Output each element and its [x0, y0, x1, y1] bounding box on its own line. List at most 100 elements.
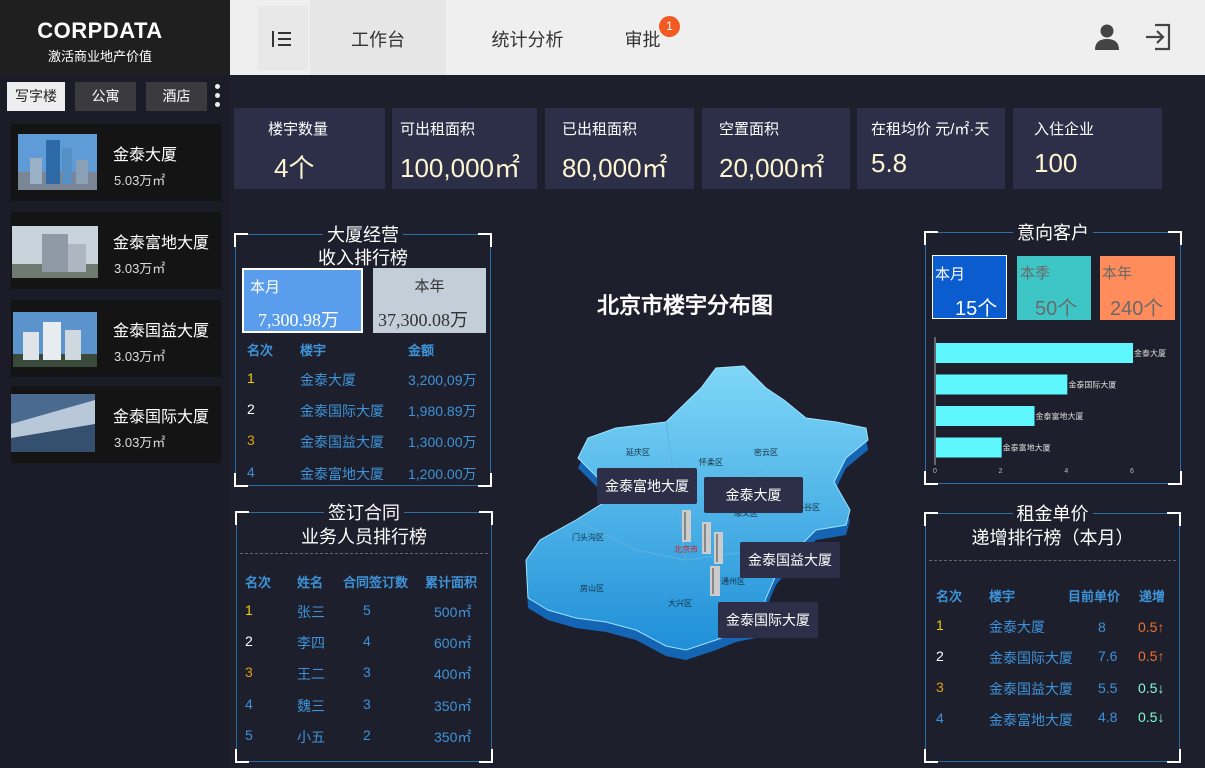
- amount: 1,300.00万: [408, 434, 477, 450]
- stat-card-building-count: 楼宇数量 4个: [234, 108, 385, 189]
- chart-bar-label: 金泰国际大厦: [1068, 380, 1116, 390]
- count: 5: [363, 602, 371, 618]
- map-tag[interactable]: 金泰大厦: [704, 477, 803, 513]
- rank: 5: [245, 727, 253, 743]
- building-name: 金泰国益大厦: [113, 323, 210, 340]
- map-tag[interactable]: 金泰富地大厦: [597, 468, 697, 504]
- stat-card-tenant-companies: 入住企业 100: [1013, 108, 1162, 189]
- rank: 4: [247, 464, 255, 480]
- price: 4.8: [1098, 709, 1118, 725]
- column-header: 目前单价: [1068, 589, 1121, 604]
- user-icon[interactable]: [1092, 22, 1122, 52]
- district-label: 密云区: [754, 447, 778, 457]
- price: 8: [1098, 619, 1106, 635]
- stat-value: 5.8: [871, 148, 908, 178]
- category-tab-hotel[interactable]: 酒店: [146, 82, 207, 111]
- menu-fold-icon[interactable]: [258, 6, 308, 70]
- building: 金泰富地大厦: [300, 466, 384, 482]
- income-year-card[interactable]: 本年 37,300.08万: [373, 268, 486, 333]
- building-marker[interactable]: [714, 532, 723, 564]
- building-name: 金泰富地大厦: [113, 235, 210, 252]
- stat-card-vacant-area: 空置面积 20,000㎡: [702, 108, 850, 189]
- building-card[interactable]: 金泰大厦 5.03万㎡: [11, 124, 221, 201]
- stat-value: 20,000㎡: [719, 153, 825, 183]
- clients-quarter-label: 本季: [1020, 265, 1051, 282]
- name: 王二: [297, 666, 325, 682]
- district-label: 延庆区: [626, 447, 650, 457]
- nav-tab-workbench[interactable]: 工作台: [310, 0, 446, 75]
- brand-subtitle: 激活商业地产价值: [47, 49, 152, 64]
- building: 金泰国益大厦: [300, 434, 384, 450]
- amount: 3,200,09万: [408, 372, 477, 388]
- stat-value: 100,000㎡: [400, 153, 520, 183]
- category-tab-office[interactable]: 写字楼: [7, 82, 65, 111]
- logout-icon[interactable]: [1143, 22, 1173, 52]
- clients-quarter-card[interactable]: 本季 50个: [1017, 256, 1091, 320]
- building-photo: [18, 134, 97, 190]
- building-card[interactable]: 金泰富地大厦 3.03万㎡: [11, 212, 221, 289]
- count: 4: [363, 633, 371, 649]
- increase: 0.5↑: [1138, 619, 1165, 635]
- panel-subtitle: 业务人员排行榜: [301, 527, 427, 547]
- stat-label: 入住企业: [1034, 121, 1095, 138]
- income-month-card[interactable]: 本月 7,300.98万: [242, 268, 363, 333]
- more-options-icon[interactable]: [212, 84, 224, 110]
- count: 2: [363, 727, 371, 743]
- chart-bar: [936, 406, 1035, 426]
- building-marker[interactable]: [710, 566, 720, 596]
- amount: 1,200.00万: [408, 466, 477, 482]
- contract-ranking-panel: 签订合同 业务人员排行榜 名次 姓名 合同签订数 累计面积 1 张三 5 500㎡ 2…: [235, 502, 493, 763]
- building-area: 3.03万㎡: [114, 435, 166, 450]
- column-header: 名次: [936, 589, 963, 604]
- clients-year-card[interactable]: 本年 240个: [1100, 256, 1175, 320]
- price: 7.6: [1098, 648, 1118, 664]
- top-navbar: 工作台 统计分析 审批 1: [230, 0, 1205, 75]
- divider: [240, 553, 488, 554]
- building-name: 金泰国际大厦: [113, 409, 210, 426]
- stat-value: 100: [1034, 148, 1078, 178]
- chart-tick-label: 0: [933, 468, 937, 475]
- building-card[interactable]: 金泰国益大厦 3.03万㎡: [11, 300, 221, 377]
- building-area: 5.03万㎡: [114, 173, 166, 188]
- building-marker[interactable]: [702, 522, 711, 554]
- column-header: 楼宇: [989, 589, 1016, 604]
- map-tag[interactable]: 金泰国际大厦: [718, 602, 818, 638]
- rank: 2: [936, 648, 944, 664]
- map-tag[interactable]: 金泰国益大厦: [740, 542, 840, 578]
- rank: 3: [247, 432, 255, 448]
- district-label: 怀柔区: [699, 457, 723, 467]
- area: 600㎡: [434, 635, 472, 651]
- area: 500㎡: [434, 604, 472, 620]
- building: 金泰富地大厦: [989, 712, 1073, 728]
- income-year-value: 37,300.08万: [378, 310, 468, 330]
- rank: 2: [245, 633, 253, 649]
- clients-month-label: 本月: [935, 266, 966, 283]
- rank: 1: [245, 602, 253, 618]
- building-card[interactable]: 金泰国际大厦 3.03万㎡: [11, 386, 221, 463]
- clients-month-card[interactable]: 本月 15个: [932, 255, 1007, 320]
- stat-value: 4个: [274, 153, 315, 183]
- brand-title: CORPDATA: [37, 18, 163, 43]
- stat-label: 空置面积: [719, 121, 780, 138]
- chart-bar-label: 金泰富地大厦: [1036, 411, 1084, 421]
- column-header: 名次: [245, 575, 272, 590]
- building-area: 3.03万㎡: [114, 349, 166, 364]
- area: 350㎡: [434, 698, 472, 714]
- map-title: 北京市楼宇分布图: [597, 293, 774, 318]
- building-marker[interactable]: [682, 510, 691, 542]
- approval-count-badge: 1: [659, 16, 680, 37]
- building: 金泰大厦: [300, 372, 356, 388]
- building: 金泰国益大厦: [989, 681, 1073, 697]
- stat-card-rentable-area: 可出租面积 100,000㎡: [392, 108, 537, 189]
- nav-tab-approval[interactable]: 审批: [610, 0, 675, 75]
- chart-tick-label: 4: [1064, 468, 1068, 475]
- category-tab-apartment[interactable]: 公寓: [75, 82, 136, 111]
- name: 李四: [297, 635, 325, 651]
- building: 金泰国际大厦: [300, 403, 384, 419]
- stat-label: 可出租面积: [400, 121, 476, 138]
- chart-bar-label: 金泰大厦: [1134, 348, 1166, 358]
- beijing-map[interactable]: 延庆区 怀柔区 密云区 平谷区 门头沟区 房山区 大兴区 北京市 顺义区 通州区: [516, 360, 876, 660]
- nav-tab-statistics[interactable]: 统计分析: [470, 0, 585, 75]
- clients-bar-chart: 金泰大厦金泰国际大厦金泰富地大厦金泰富地大厦0 2 4 6: [933, 337, 1166, 475]
- column-header: 名次: [247, 343, 274, 358]
